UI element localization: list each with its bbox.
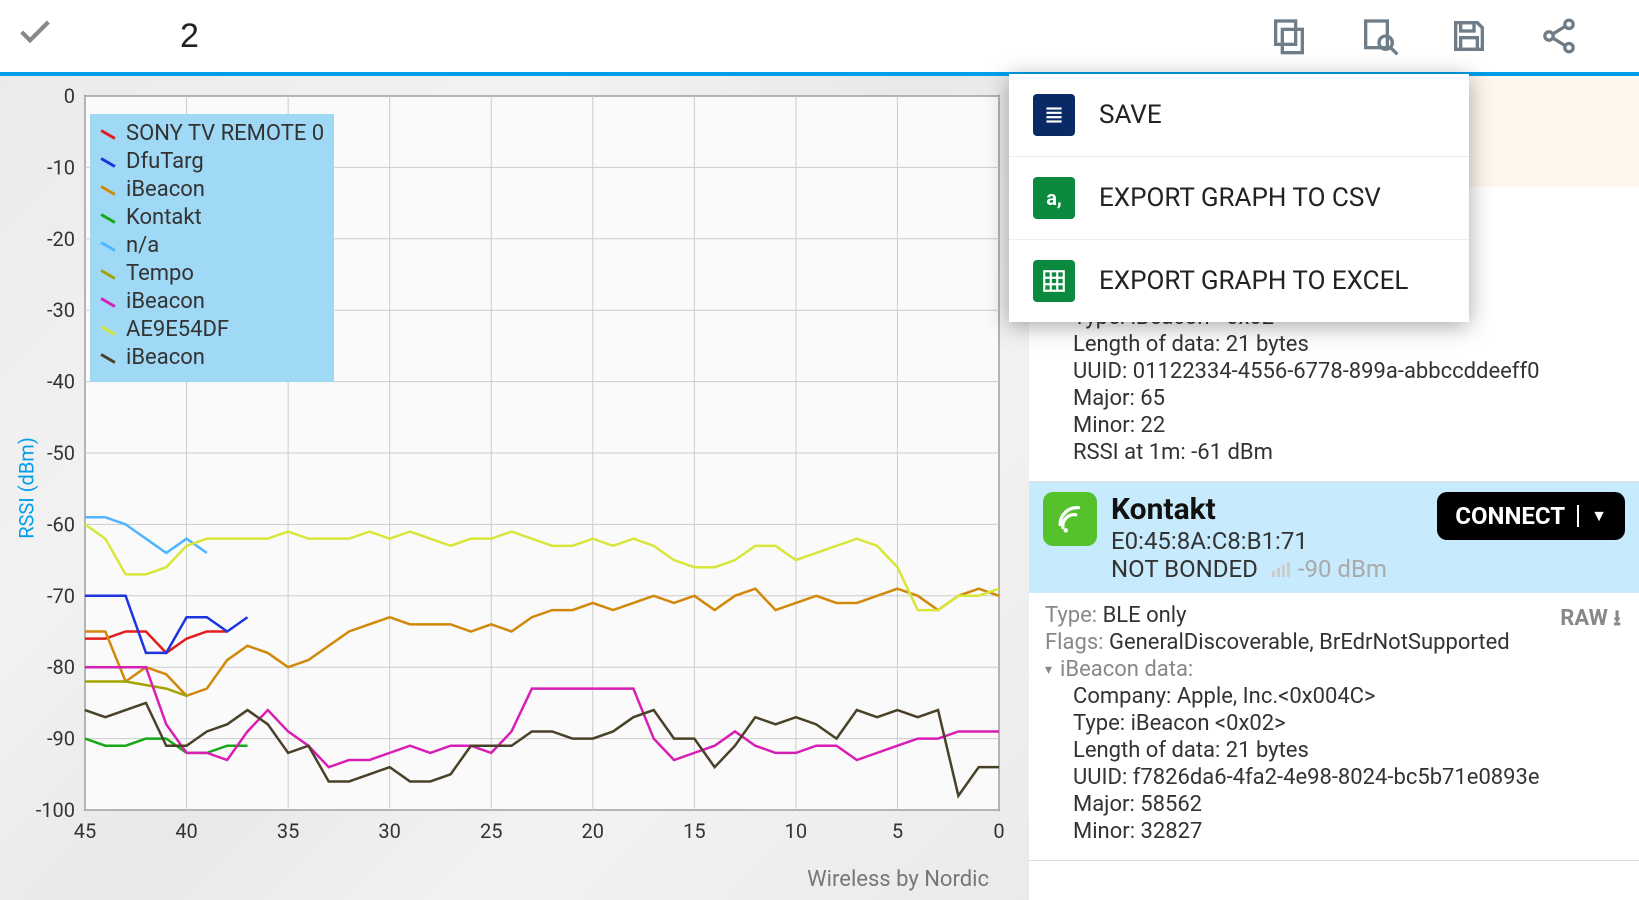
- legend-item[interactable]: DfuTarg: [100, 148, 324, 176]
- chevron-down-icon[interactable]: ▼: [1591, 506, 1607, 526]
- legend-item[interactable]: Tempo: [100, 260, 324, 288]
- menu-save[interactable]: SAVE: [1009, 74, 1469, 157]
- legend-item[interactable]: iBeacon: [100, 176, 324, 204]
- device-rssi: -90 dBm: [1272, 555, 1387, 583]
- minor-row: Minor: 32827: [1073, 819, 1623, 844]
- doc-icon: [1033, 94, 1075, 136]
- find-icon[interactable]: [1359, 16, 1399, 56]
- svg-text:-80: -80: [47, 655, 75, 679]
- save-disk-icon[interactable]: [1449, 16, 1489, 56]
- chart-credit: Wireless by Nordic: [807, 867, 989, 892]
- search-input[interactable]: [180, 17, 1269, 56]
- device-title: Kontakt: [1111, 492, 1423, 527]
- legend-item[interactable]: iBeacon: [100, 344, 324, 372]
- beacon-icon: [1043, 492, 1097, 546]
- type-label: Type:: [1045, 603, 1097, 628]
- device-bond: NOT BONDED: [1111, 555, 1258, 583]
- device-mac: E0:45:8A:C8:B1:71: [1111, 527, 1423, 555]
- chart-legend: SONY TV REMOTE 0DfuTargiBeaconKontaktn/a…: [90, 114, 334, 382]
- legend-item[interactable]: SONY TV REMOTE 0: [100, 120, 324, 148]
- svg-text:40: 40: [175, 819, 197, 843]
- svg-text:-20: -20: [47, 227, 75, 251]
- y-axis-label: RSSI (dBm): [14, 437, 38, 539]
- legend-item[interactable]: AE9E54DF: [100, 316, 324, 344]
- svg-text:20: 20: [582, 819, 604, 843]
- svg-text:35: 35: [277, 819, 299, 843]
- flags-label: Flags:: [1045, 630, 1104, 655]
- csv-icon: a,: [1033, 177, 1075, 219]
- svg-text:10: 10: [785, 819, 807, 843]
- excel-icon: [1033, 260, 1075, 302]
- share-icon[interactable]: [1539, 16, 1579, 56]
- btype-row: Type: iBeacon <0x02>: [1073, 711, 1623, 736]
- svg-text:-60: -60: [47, 512, 75, 536]
- flags-value: GeneralDiscoverable, BrEdrNotSupported: [1109, 630, 1510, 655]
- menu-export-csv[interactable]: a, EXPORT GRAPH TO CSV: [1009, 157, 1469, 240]
- confirm-icon[interactable]: [0, 12, 60, 61]
- svg-text:5: 5: [892, 819, 903, 843]
- svg-text:45: 45: [74, 819, 96, 843]
- export-menu: SAVE a, EXPORT GRAPH TO CSV EXPORT GRAPH…: [1009, 74, 1469, 322]
- collapse-icon[interactable]: ▾: [1045, 662, 1052, 678]
- svg-text:-40: -40: [47, 370, 75, 394]
- legend-item[interactable]: iBeacon: [100, 288, 324, 316]
- toolbar: [0, 0, 1639, 76]
- minor-row: Minor: 22: [1073, 413, 1623, 438]
- connect-button[interactable]: CONNECT▼: [1437, 492, 1625, 540]
- rssi-row: RSSI at 1m: -61 dBm: [1073, 440, 1623, 465]
- svg-text:-70: -70: [47, 584, 75, 608]
- uuid-row: UUID: f7826da6-4fa2-4e98-8024-bc5b71e089…: [1073, 765, 1623, 790]
- company-row: Company: Apple, Inc.<0x004C>: [1073, 684, 1623, 709]
- svg-text:-50: -50: [47, 441, 75, 465]
- major-row: Major: 58562: [1073, 792, 1623, 817]
- len-row: Length of data: 21 bytes: [1073, 738, 1623, 763]
- svg-text:25: 25: [480, 819, 502, 843]
- svg-text:15: 15: [683, 819, 705, 843]
- menu-export-excel[interactable]: EXPORT GRAPH TO EXCEL: [1009, 240, 1469, 322]
- svg-text:-30: -30: [47, 298, 75, 322]
- svg-text:0: 0: [64, 84, 75, 108]
- svg-text:30: 30: [378, 819, 400, 843]
- svg-text:-100: -100: [36, 798, 75, 822]
- legend-item[interactable]: Kontakt: [100, 204, 324, 232]
- section-label: iBeacon data:: [1060, 657, 1193, 682]
- type-value: BLE only: [1103, 603, 1187, 628]
- raw-button[interactable]: RAW ⭳: [1560, 601, 1621, 639]
- svg-text:0: 0: [993, 819, 1004, 843]
- svg-text:-90: -90: [47, 727, 75, 751]
- major-row: Major: 65: [1073, 386, 1623, 411]
- legend-item[interactable]: n/a: [100, 232, 324, 260]
- len-row: Length of data: 21 bytes: [1073, 332, 1623, 357]
- copy-icon[interactable]: [1269, 16, 1309, 56]
- svg-text:-10: -10: [47, 155, 75, 179]
- rssi-chart[interactable]: 0 -10 -20 -30 -40 -50 -60 -70 -80 -90 -10045 40 35 30…: [0, 76, 1029, 900]
- uuid-row: UUID: 01122334-4556-6778-899a-abbccddeef…: [1073, 359, 1623, 384]
- device-kontakt[interactable]: Kontakt E0:45:8A:C8:B1:71 NOT BONDED -90…: [1029, 482, 1639, 861]
